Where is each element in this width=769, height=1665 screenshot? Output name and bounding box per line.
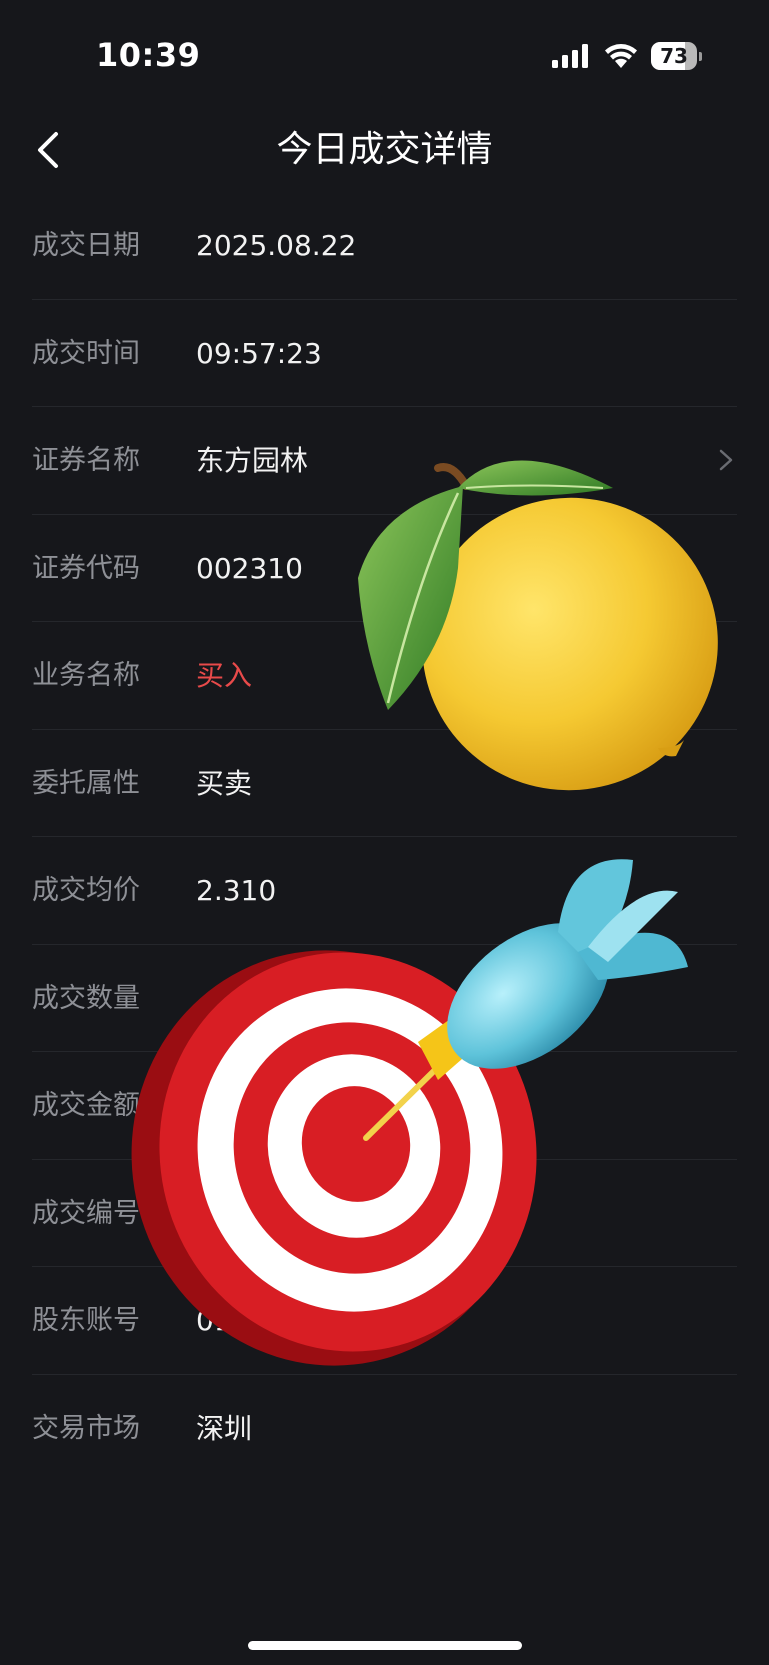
status-bar: 10:39 73 xyxy=(0,0,769,112)
detail-label: 业务名称 xyxy=(32,660,140,691)
detail-value: 买卖 xyxy=(196,766,253,800)
detail-label: 证券代码 xyxy=(32,552,140,584)
detail-label: 成交时间 xyxy=(32,337,140,369)
dart-target-sticker xyxy=(131,859,688,1366)
detail-value: 002310 xyxy=(196,551,303,585)
detail-label: 证券名称 xyxy=(32,445,140,476)
home-indicator xyxy=(248,1641,522,1650)
cellular-signal-icon xyxy=(552,44,588,68)
detail-value: 东方园林 xyxy=(196,444,309,477)
detail-row-trade-time: 成交时间 09:57:23 xyxy=(0,300,769,407)
status-time: 10:39 xyxy=(96,36,201,74)
battery-icon: 73 xyxy=(651,42,702,70)
nav-bar: 今日成交详情 xyxy=(0,112,769,188)
detail-label: 委托属性 xyxy=(32,767,140,799)
lemon-sticker xyxy=(358,460,718,791)
detail-value: 09:57:23 xyxy=(196,336,322,370)
detail-label: 交易市场 xyxy=(32,1412,140,1444)
page-title: 今日成交详情 xyxy=(276,129,493,170)
detail-row-trade-date: 成交日期 2025.08.22 xyxy=(0,192,769,300)
detail-value: 2025.08.22 xyxy=(196,229,357,262)
detail-value: 深圳 xyxy=(196,1411,253,1445)
detail-label: 成交日期 xyxy=(32,230,140,261)
detail-row-market: 交易市场 深圳 xyxy=(0,1375,769,1483)
wifi-icon xyxy=(605,44,637,68)
detail-value: 买入 xyxy=(196,659,253,692)
battery-percentage: 73 xyxy=(660,44,688,68)
